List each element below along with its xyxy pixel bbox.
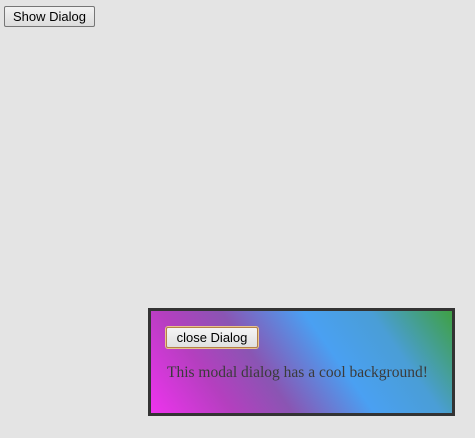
close-dialog-button[interactable]: close Dialog xyxy=(166,327,258,348)
show-dialog-button[interactable]: Show Dialog xyxy=(4,6,95,27)
dialog-message: This modal dialog has a cool background! xyxy=(167,364,428,381)
modal-dialog: close Dialog This modal dialog has a coo… xyxy=(148,308,455,416)
